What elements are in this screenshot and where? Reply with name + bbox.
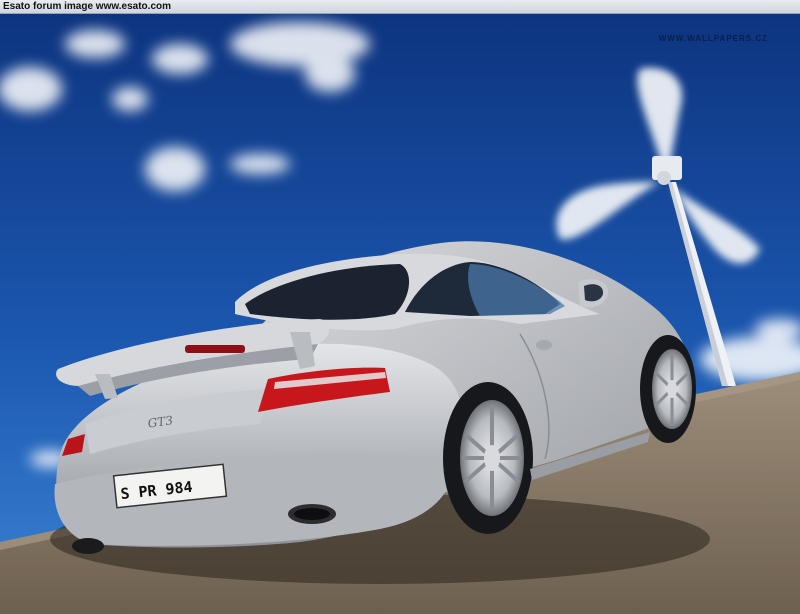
caption-text: Esato forum image www.esato.com — [3, 1, 172, 12]
rear-wheel — [443, 382, 533, 534]
car-photo: GT3 S PR 984 — [0, 14, 800, 614]
image-caption-bar: Esato forum image www.esato.com — [0, 0, 800, 14]
front-wheel — [640, 335, 696, 443]
watermark-text: WWW.WALLPAPERS.CZ — [658, 34, 768, 43]
